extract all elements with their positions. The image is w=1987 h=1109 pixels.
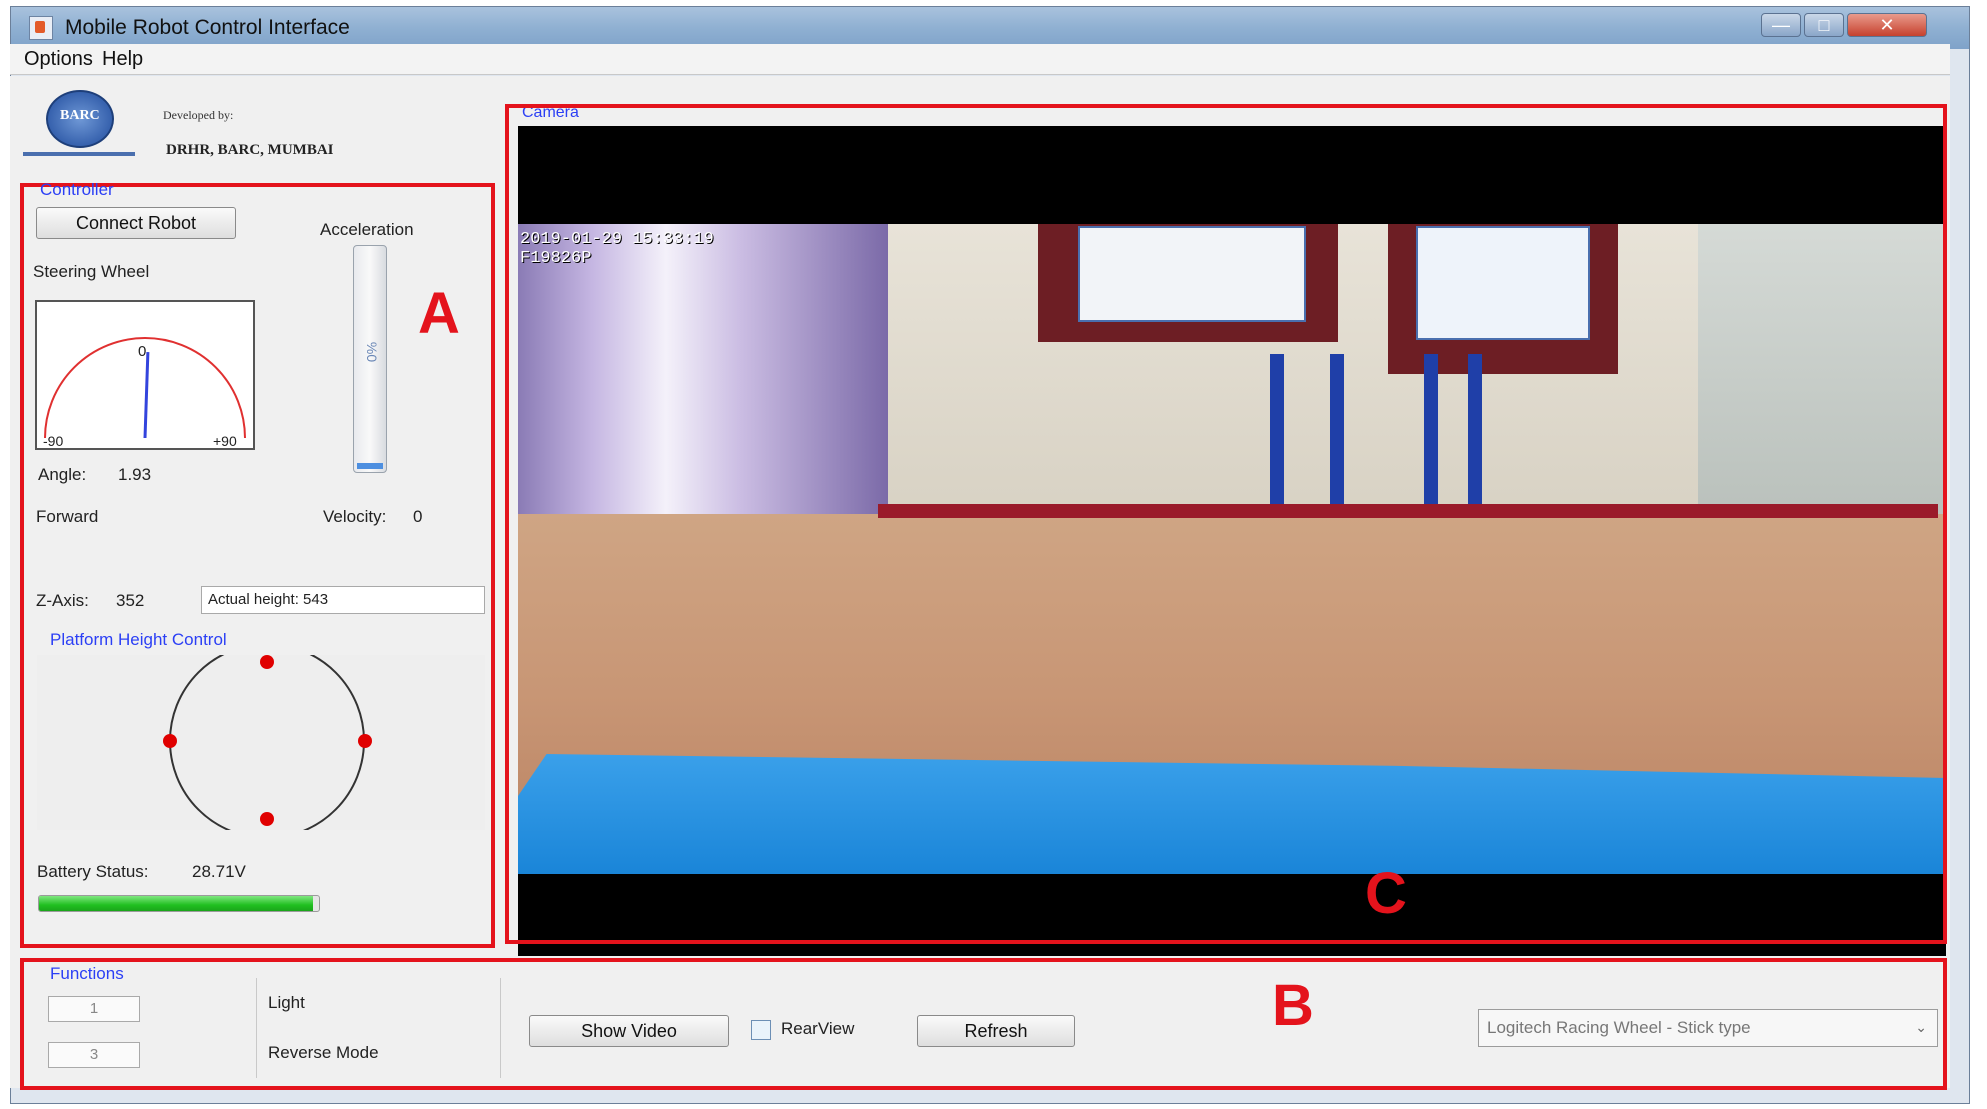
function-reverse-label: Reverse Mode: [268, 1043, 379, 1062]
menu-bar: Options Help: [10, 44, 1950, 75]
acceleration-slider[interactable]: %0: [353, 245, 387, 473]
steering-needle: [143, 351, 150, 439]
maximize-button[interactable]: □: [1804, 13, 1844, 37]
functions-group-label: Functions: [50, 964, 124, 983]
z-axis-value: 352: [116, 591, 145, 610]
annotation-box-c: [505, 104, 1947, 944]
input-device-select[interactable]: Logitech Racing Wheel - Stick type ⌄: [1478, 1009, 1938, 1047]
acceleration-percent: %0: [364, 341, 381, 363]
joystick-left-dot[interactable]: [163, 734, 177, 748]
rearview-label[interactable]: RearView: [781, 1019, 854, 1039]
platform-joystick-svg: [163, 643, 372, 839]
actual-height-field: Actual height: 543: [201, 586, 485, 614]
developed-by-label: Developed by:: [163, 108, 234, 122]
steering-gauge[interactable]: 0 -90 +90: [35, 300, 255, 450]
acceleration-label: Acceleration: [320, 220, 414, 239]
close-button[interactable]: ✕: [1847, 13, 1927, 37]
annotation-marker-a: A: [418, 281, 460, 346]
velocity-label: Velocity:: [323, 507, 387, 526]
angle-label: Angle:: [38, 465, 87, 484]
logo-text: BARC: [60, 108, 100, 123]
annotation-marker-c: C: [1365, 861, 1407, 926]
window-title: Mobile Robot Control Interface: [65, 16, 350, 39]
function-key-light[interactable]: 1: [48, 996, 140, 1022]
controller-group-label: Controller: [40, 180, 114, 199]
joystick-right-dot[interactable]: [358, 734, 372, 748]
function-light-label: Light: [268, 993, 305, 1012]
gauge-zero-label: 0: [138, 343, 146, 360]
menu-help[interactable]: Help: [102, 48, 143, 71]
input-device-selected: Logitech Racing Wheel - Stick type: [1487, 1018, 1751, 1037]
joystick-ring: [169, 643, 365, 839]
functions-divider: [500, 978, 501, 1078]
direction-label: Forward: [36, 507, 99, 526]
gauge-min-label: -90: [43, 433, 63, 448]
joystick-up-dot[interactable]: [260, 655, 274, 669]
functions-divider: [256, 978, 257, 1078]
menu-options[interactable]: Options: [24, 48, 93, 71]
connect-robot-button[interactable]: Connect Robot: [36, 207, 236, 239]
logo-underline: [23, 152, 135, 156]
platform-height-control[interactable]: [37, 643, 485, 839]
show-video-button[interactable]: Show Video: [529, 1015, 729, 1047]
steering-wheel-label: Steering Wheel: [33, 262, 150, 281]
title-bar[interactable]: Mobile Robot Control Interface — □ ✕: [11, 7, 1969, 49]
joystick-down-dot[interactable]: [260, 812, 274, 826]
function-key-reverse[interactable]: 3: [48, 1042, 140, 1068]
chevron-down-icon[interactable]: ⌄: [1915, 1019, 1927, 1036]
rearview-checkbox[interactable]: [751, 1020, 771, 1040]
z-axis-label: Z-Axis:: [36, 591, 89, 610]
refresh-button[interactable]: Refresh: [917, 1015, 1075, 1047]
barc-logo: BARC: [18, 90, 143, 165]
gauge-max-label: +90: [213, 433, 237, 448]
developer-name: DRHR, BARC, MUMBAI: [166, 142, 334, 158]
battery-progress-bar: [38, 895, 320, 912]
angle-value: 1.93: [118, 465, 152, 484]
annotation-marker-b: B: [1272, 973, 1314, 1038]
battery-status-label: Battery Status:: [37, 862, 149, 881]
platform-height-label: Platform Height Control: [50, 630, 227, 649]
battery-fill: [39, 896, 314, 911]
acceleration-fill: [357, 463, 383, 469]
minimize-button[interactable]: —: [1761, 13, 1801, 37]
steering-gauge-svg: 0 -90 +90: [43, 337, 246, 449]
velocity-value: 0: [413, 507, 423, 526]
java-app-icon: [29, 16, 53, 40]
battery-status-value: 28.71V: [192, 862, 246, 881]
